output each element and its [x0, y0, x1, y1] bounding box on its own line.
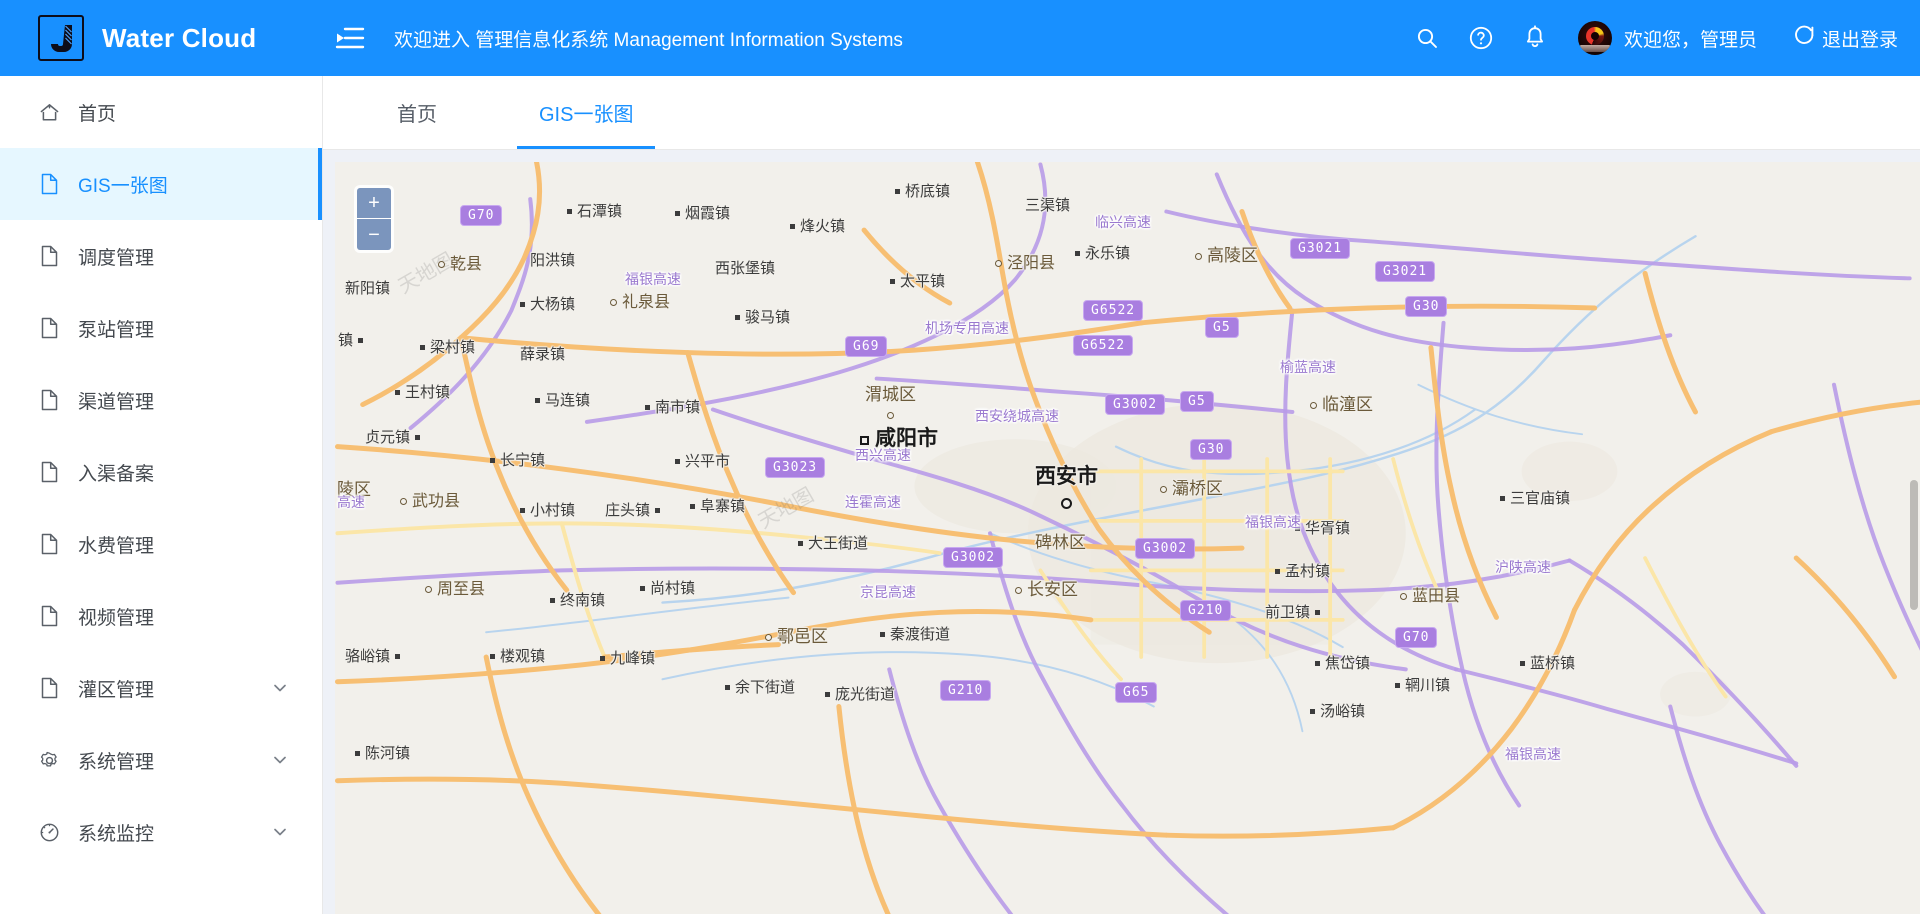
map-canvas[interactable]: 天地图 天地图 + − 桥底镇 三渠镇 石潭镇 烟霞镇 烽火镇 G70 阳洪镇 乾县 泾阳县 永乐… [335, 162, 1920, 914]
tab-label: 首页 [397, 104, 437, 126]
brand-title: Water Cloud [102, 22, 257, 53]
file-icon [38, 677, 60, 699]
file-icon [38, 317, 60, 339]
sidebar-item-label: 水费管理 [78, 535, 155, 557]
tab-gis-map[interactable]: GIS一张图 [517, 76, 656, 149]
file-icon [38, 461, 60, 483]
sidebar-item-label: 首页 [78, 103, 117, 125]
sidebar-item-label: 入渠备案 [78, 463, 155, 485]
zoom-in-button[interactable]: + [357, 188, 391, 219]
sidebar-item-label: 渠道管理 [78, 391, 155, 413]
sidebar-item-label: 灌区管理 [78, 679, 155, 701]
sidebar-item-pump-station[interactable]: 泵站管理 [0, 292, 322, 364]
welcome-banner-text: 欢迎进入 管理信息化系统 Management Information Syst… [394, 29, 903, 51]
gis-map-panel[interactable]: 天地图 天地图 + − 桥底镇 三渠镇 石潭镇 烟霞镇 烽火镇 G70 阳洪镇 乾县 泾阳县 永乐… [323, 150, 1920, 914]
tab-label: GIS一张图 [539, 104, 634, 126]
application-root: Water Cloud 欢迎进入 管理信息化系统 Management Info… [0, 0, 1920, 914]
sidebar-item-label: 系统监控 [78, 823, 155, 845]
sidebar-item-dispatch[interactable]: 调度管理 [0, 220, 322, 292]
avatar-logo-mark [1585, 27, 1604, 45]
chevron-down-icon [272, 752, 288, 768]
file-icon [38, 245, 60, 267]
avatar-caption-strip [1579, 45, 1610, 52]
sidebar-item-system-monitoring[interactable]: 系统监控 [0, 796, 322, 868]
top-header-bar: Water Cloud 欢迎进入 管理信息化系统 Management Info… [0, 0, 1920, 76]
chevron-down-icon [272, 824, 288, 840]
chevron-down-icon [272, 680, 288, 696]
letter-j-logo-icon [38, 15, 84, 61]
tab-home[interactable]: 首页 [375, 76, 459, 149]
sidebar-item-video[interactable]: 视频管理 [0, 580, 322, 652]
sidebar-item-channel[interactable]: 渠道管理 [0, 364, 322, 436]
file-icon [38, 533, 60, 555]
question-circle-icon[interactable] [1454, 0, 1508, 76]
scrollbar-thumb[interactable] [1910, 480, 1918, 610]
header-actions: 欢迎您，管理员 退出登录 [1400, 0, 1920, 76]
sidebar-item-home[interactable]: 首页 [0, 76, 322, 148]
sidebar-item-irrigation-district[interactable]: 灌区管理 [0, 652, 322, 724]
file-icon [38, 605, 60, 627]
file-icon [38, 173, 60, 195]
zoom-out-button[interactable]: − [357, 219, 391, 250]
tab-bar: 首页 GIS一张图 [323, 76, 1920, 150]
main-content-area: 首页 GIS一张图 天地图 天地图 + − 桥底镇 三渠镇 石潭镇 烟霞镇 烽火… [323, 76, 1920, 914]
sidebar-item-label: 视频管理 [78, 607, 155, 629]
user-avatar[interactable] [1577, 21, 1612, 55]
map-vector-layer [335, 162, 1920, 914]
logout-icon [1793, 24, 1815, 52]
sidebar-item-channel-registration[interactable]: 入渠备案 [0, 436, 322, 508]
brand-area[interactable]: Water Cloud [0, 0, 323, 76]
sidebar-navigation: 首页 GIS一张图 调度管理 泵站管理 渠道管理 入渠备案 水费管理 视频管理 … [0, 76, 323, 914]
menu-collapse-icon[interactable] [333, 21, 367, 55]
logout-label: 退出登录 [1821, 29, 1898, 51]
sidebar-item-label: 泵站管理 [78, 319, 155, 341]
dashboard-icon [38, 821, 60, 843]
gear-icon [38, 749, 60, 771]
map-zoom-controls[interactable]: + − [357, 188, 391, 250]
sidebar-item-label: 调度管理 [78, 247, 155, 269]
user-greeting-label[interactable]: 欢迎您，管理员 [1624, 25, 1757, 52]
home-icon [38, 101, 60, 123]
sidebar-item-system-management[interactable]: 系统管理 [0, 724, 322, 796]
file-icon [38, 389, 60, 411]
logout-button[interactable]: 退出登录 [1793, 24, 1898, 52]
sidebar-item-water-fee[interactable]: 水费管理 [0, 508, 322, 580]
map-vertical-scrollbar[interactable] [1910, 150, 1918, 914]
bell-icon[interactable] [1508, 0, 1562, 76]
sidebar-item-gis-map[interactable]: GIS一张图 [0, 148, 322, 220]
sidebar-item-label: GIS一张图 [78, 175, 168, 197]
sidebar-item-label: 系统管理 [78, 751, 155, 773]
search-icon[interactable] [1400, 0, 1454, 76]
